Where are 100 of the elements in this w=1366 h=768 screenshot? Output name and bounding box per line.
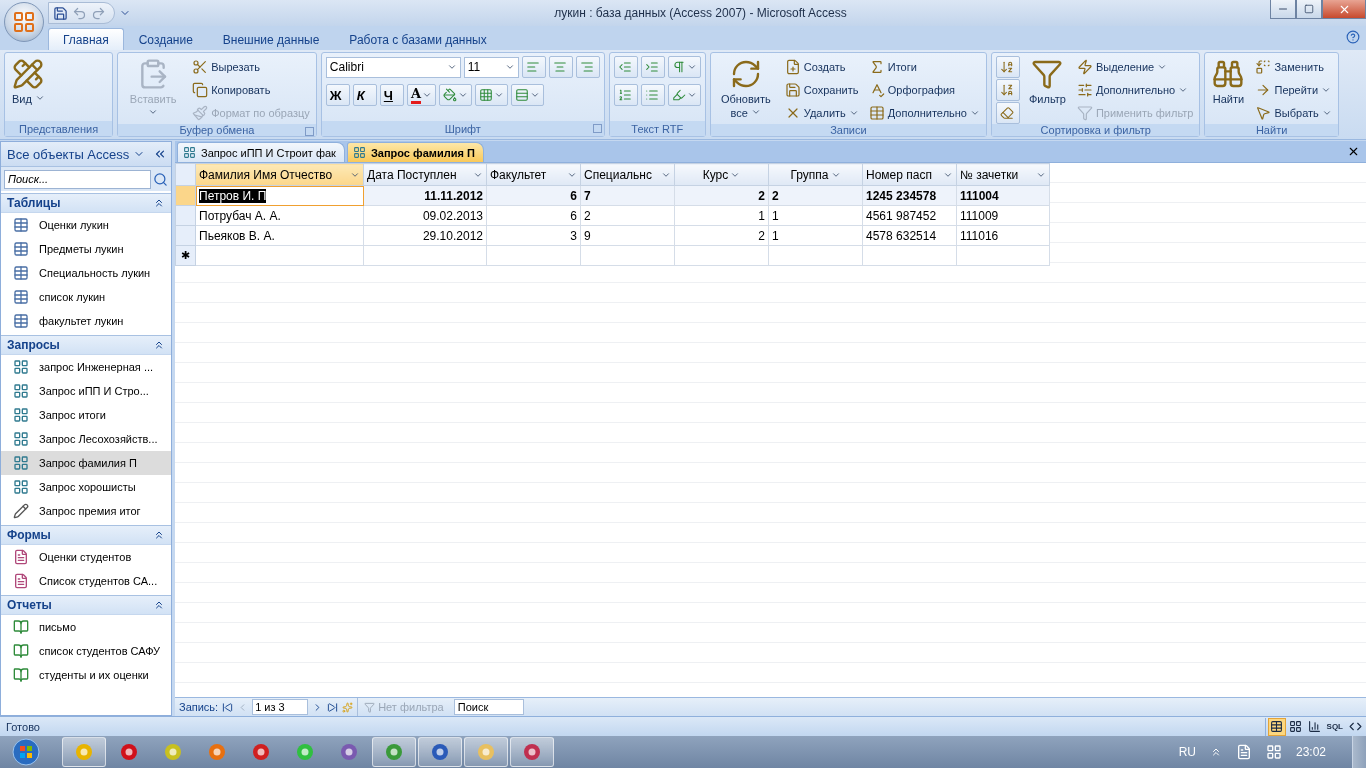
column-header[interactable]: Фамилия Имя Отчество xyxy=(196,164,363,185)
ribbon-button[interactable]: Вид xyxy=(9,56,48,108)
view-button[interactable] xyxy=(1267,717,1286,736)
nav-item[interactable]: студенты и их оценки xyxy=(1,663,171,687)
ribbon-button[interactable]: Орфография xyxy=(866,79,982,101)
ribbon-button[interactable]: Заменить xyxy=(1253,56,1334,78)
restore-icon xyxy=(1304,4,1314,14)
tool-button[interactable] xyxy=(640,56,665,78)
tool-button[interactable] xyxy=(548,56,573,78)
column-header[interactable]: Группа xyxy=(769,164,862,185)
tool-button[interactable] xyxy=(439,84,473,106)
ribbon-button[interactable]: Дополнительно xyxy=(866,102,982,124)
taskbar-app[interactable] xyxy=(464,737,508,767)
tool-button[interactable] xyxy=(575,56,600,78)
ribbon-tab[interactable]: Создание xyxy=(123,28,208,50)
nav-item[interactable]: письмо xyxy=(1,615,171,639)
nav-item[interactable]: запрос Инженерная ... xyxy=(1,355,171,379)
close-icon[interactable] xyxy=(1347,145,1360,158)
tool-button[interactable] xyxy=(475,84,509,106)
search-field[interactable]: Поиск xyxy=(453,699,524,715)
document-tab[interactable]: Запрос фамилия П xyxy=(346,142,484,162)
section-header[interactable]: Запросы xyxy=(1,335,171,355)
format-button[interactable]: Ж xyxy=(325,84,350,106)
redo-icon[interactable] xyxy=(91,5,106,21)
ribbon-button[interactable]: Копировать xyxy=(190,79,312,101)
nav-item[interactable]: Запрос хорошисты xyxy=(1,475,171,499)
column-header[interactable]: Специальнс xyxy=(581,164,674,185)
taskbar-app[interactable] xyxy=(418,737,462,767)
office-button[interactable] xyxy=(4,2,44,42)
nav-item[interactable]: Запрос фамилия П xyxy=(1,451,171,475)
column-header[interactable]: Дата Поступлен xyxy=(364,164,486,185)
ribbon-button[interactable]: Сохранить xyxy=(782,79,861,101)
ribbon-button[interactable]: Дополнительно xyxy=(1074,79,1196,101)
nav-item[interactable]: Запрос премия итог xyxy=(1,499,171,523)
nav-item[interactable]: Запрос Лесохозяйств... xyxy=(1,427,171,451)
nav-item[interactable]: Специальность лукин xyxy=(1,261,171,285)
ribbon-button[interactable]: Вырезать xyxy=(190,56,312,78)
help-icon[interactable] xyxy=(1346,30,1360,44)
close-button[interactable] xyxy=(1322,0,1366,19)
last-record-button[interactable] xyxy=(327,701,339,713)
ribbon-button[interactable]: Удалить xyxy=(782,102,861,124)
font-combo[interactable]: Calibri xyxy=(325,56,461,78)
tool-button[interactable] xyxy=(511,84,545,106)
tool-button[interactable] xyxy=(640,84,665,106)
tool-button[interactable] xyxy=(995,102,1020,124)
tool-button[interactable] xyxy=(521,56,546,78)
taskbar-app[interactable] xyxy=(510,737,554,767)
search-field[interactable]: Поиск... xyxy=(4,169,151,189)
column-header[interactable]: № зачетки xyxy=(957,164,1049,185)
view-button[interactable]: SQL xyxy=(1324,717,1345,736)
nav-item[interactable]: Оценки студентов xyxy=(1,545,171,569)
section-header[interactable]: Отчеты xyxy=(1,595,171,615)
nav-item[interactable]: факультет лукин xyxy=(1,309,171,333)
document-tab[interactable]: Запрос иПП И Строит фак xyxy=(177,142,345,162)
ribbon-button[interactable]: Найти xyxy=(1209,56,1248,108)
format-button[interactable]: А xyxy=(406,84,437,106)
nav-item[interactable]: Список студентов СА... xyxy=(1,569,171,593)
minimize-button[interactable] xyxy=(1270,0,1296,19)
collapse-icon[interactable] xyxy=(153,147,167,161)
nav-item[interactable]: Запрос итоги xyxy=(1,403,171,427)
format-button[interactable]: Ч xyxy=(379,84,404,106)
ribbon-tab[interactable]: Главная xyxy=(48,28,124,50)
ribbon-tab[interactable]: Внешние данные xyxy=(207,28,335,50)
ribbon-button[interactable]: Выбрать xyxy=(1253,102,1334,124)
search-icon[interactable] xyxy=(153,171,168,187)
nav-item[interactable]: список студентов САФУ xyxy=(1,639,171,663)
tool-button[interactable] xyxy=(613,84,638,106)
new-row-selector[interactable]: ✱ xyxy=(175,245,196,266)
taskbar-app[interactable] xyxy=(372,737,416,767)
tool-button[interactable] xyxy=(667,84,701,106)
nav-item[interactable]: Предметы лукин xyxy=(1,237,171,261)
dialog-launcher-icon[interactable] xyxy=(304,127,314,136)
nav-item[interactable]: Запрос иПП И Стро... xyxy=(1,379,171,403)
first-record-button[interactable] xyxy=(222,701,234,713)
tool-button[interactable] xyxy=(995,79,1020,101)
record-position-field[interactable]: 1 из 3 xyxy=(252,699,309,715)
nav-item[interactable]: Оценки лукин xyxy=(1,213,171,237)
section-header[interactable]: Таблицы xyxy=(1,193,171,213)
taskbar-app[interactable] xyxy=(62,737,106,767)
column-header[interactable]: Факультет xyxy=(487,164,580,185)
ribbon-button[interactable]: Итоги xyxy=(866,56,982,78)
column-header[interactable]: Курс xyxy=(675,164,768,185)
font-combo[interactable]: 11 xyxy=(463,56,519,78)
ribbon-button[interactable]: Перейти xyxy=(1253,79,1334,101)
ribbon-button[interactable]: Обновить все xyxy=(714,56,777,122)
restore-button[interactable] xyxy=(1296,0,1322,19)
tool-button[interactable] xyxy=(995,56,1020,78)
format-button[interactable]: К xyxy=(352,84,377,106)
ribbon-button[interactable]: Выделение xyxy=(1074,56,1196,78)
tool-button[interactable] xyxy=(667,56,701,78)
ribbon-button[interactable]: Создать xyxy=(782,56,861,78)
eraser-icon xyxy=(999,106,1014,120)
nav-item[interactable]: список лукин xyxy=(1,285,171,309)
ribbon-tab[interactable]: Работа с базами данных xyxy=(334,28,502,50)
tool-button[interactable] xyxy=(613,56,638,78)
ribbon-button[interactable]: Фильтр xyxy=(1025,56,1069,108)
dialog-launcher-icon[interactable] xyxy=(592,124,602,133)
section-header[interactable]: Формы xyxy=(1,525,171,545)
save-icon[interactable] xyxy=(53,5,68,21)
column-header[interactable]: Номер пасп xyxy=(863,164,956,185)
